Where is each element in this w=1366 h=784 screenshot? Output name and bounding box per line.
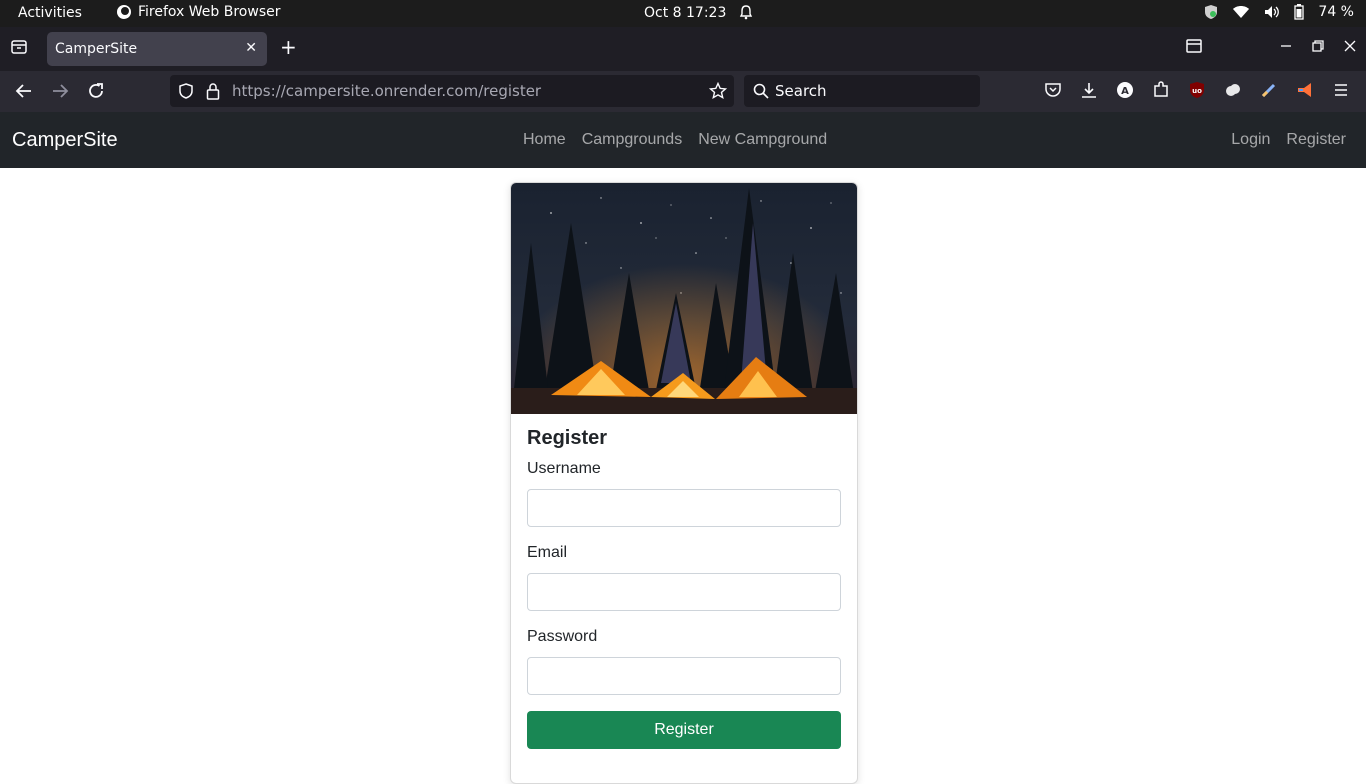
camping-night-hero-image	[511, 183, 857, 414]
register-form: Register Username Email Password Registe…	[527, 427, 841, 749]
nav-link-home[interactable]: Home	[523, 131, 566, 149]
nav-link-campgrounds[interactable]: Campgrounds	[582, 131, 683, 149]
password-field[interactable]	[527, 657, 841, 695]
extensions-puzzle-icon[interactable]	[1152, 81, 1170, 99]
color-picker-icon[interactable]	[1260, 81, 1278, 99]
window-controls	[1186, 39, 1356, 53]
ublock-origin-icon[interactable]: uo	[1188, 81, 1206, 99]
username-field[interactable]	[527, 489, 841, 527]
firefox-icon	[117, 5, 131, 19]
account-icon[interactable]: A	[1116, 81, 1134, 99]
url-host: https://campersite.onrender.com	[232, 82, 479, 100]
pocket-icon[interactable]	[1044, 81, 1062, 99]
toolbar-extensions: A uo	[1044, 81, 1350, 99]
address-bar[interactable]: https://campersite.onrender.com/register	[170, 75, 734, 107]
list-all-tabs-icon	[11, 40, 27, 54]
restore-icon[interactable]	[1312, 40, 1324, 52]
bell-icon	[738, 4, 754, 24]
browser-toolbar: https://campersite.onrender.com/register…	[0, 71, 1366, 113]
tab-title: CamperSite	[55, 41, 138, 57]
system-top-bar: Activities Firefox Web Browser Oct 8 17:…	[0, 0, 1366, 27]
wifi-icon	[1233, 6, 1250, 18]
minimize-icon[interactable]	[1280, 40, 1292, 52]
site-brand[interactable]: CamperSite	[12, 129, 118, 152]
forward-arrow-icon[interactable]	[51, 82, 69, 104]
search-placeholder: Search	[775, 82, 827, 100]
firefox-view-icon[interactable]	[1186, 39, 1202, 53]
svg-text:uo: uo	[1192, 87, 1202, 95]
site-nav-links: Home Campgrounds New Campground	[523, 131, 827, 149]
tab-campersite[interactable]: CamperSite ✕	[47, 32, 267, 66]
activities-button[interactable]: Activities	[18, 5, 82, 21]
hamburger-menu-icon[interactable]	[1332, 81, 1350, 99]
url-text: https://campersite.onrender.com/register	[232, 82, 541, 100]
tab-list-button[interactable]	[10, 39, 28, 59]
shield-icon	[1205, 5, 1218, 19]
email-group: Email	[527, 544, 841, 611]
battery-percentage: 74 %	[1318, 4, 1354, 20]
lock-icon[interactable]	[206, 82, 220, 104]
site-navbar: CamperSite Home Campgrounds New Campgrou…	[0, 112, 1366, 168]
search-input[interactable]: Search	[744, 75, 980, 107]
username-group: Username	[527, 460, 841, 527]
tab-close-icon[interactable]: ✕	[245, 40, 257, 56]
back-arrow-icon[interactable]	[15, 82, 33, 104]
reload-icon[interactable]	[87, 82, 105, 104]
volume-icon	[1265, 6, 1280, 18]
download-icon[interactable]	[1080, 81, 1098, 99]
search-icon	[753, 83, 769, 103]
tracking-protection-shield-icon[interactable]	[178, 83, 194, 103]
bookmark-star-icon[interactable]	[708, 81, 728, 104]
app-name: Firefox Web Browser	[138, 4, 281, 20]
nav-link-login[interactable]: Login	[1231, 131, 1270, 149]
email-label: Email	[527, 544, 568, 561]
password-group: Password	[527, 628, 841, 695]
svg-text:A: A	[1121, 86, 1129, 97]
clock[interactable]: Oct 8 17:23	[644, 5, 726, 21]
password-label: Password	[527, 628, 598, 645]
app-menu[interactable]: Firefox Web Browser	[116, 4, 281, 20]
email-field[interactable]	[527, 573, 841, 611]
new-tab-plus-icon[interactable]: +	[280, 35, 297, 59]
tab-strip: CamperSite ✕ +	[0, 27, 1366, 71]
system-tray[interactable]: 74 %	[1204, 4, 1354, 20]
extension-cloud-icon[interactable]	[1224, 81, 1242, 99]
username-label: Username	[527, 460, 601, 477]
nav-link-new-campground[interactable]: New Campground	[698, 131, 827, 149]
auth-links: Login Register	[1231, 131, 1346, 149]
close-window-icon[interactable]	[1344, 40, 1356, 52]
url-path: /register	[478, 82, 542, 100]
extension-megaphone-icon[interactable]	[1296, 81, 1314, 99]
battery-icon	[1294, 4, 1305, 20]
form-title: Register	[527, 427, 608, 449]
register-submit-button[interactable]: Register	[527, 711, 841, 749]
register-card: Register Username Email Password Registe…	[510, 182, 858, 784]
nav-link-register[interactable]: Register	[1286, 131, 1346, 149]
